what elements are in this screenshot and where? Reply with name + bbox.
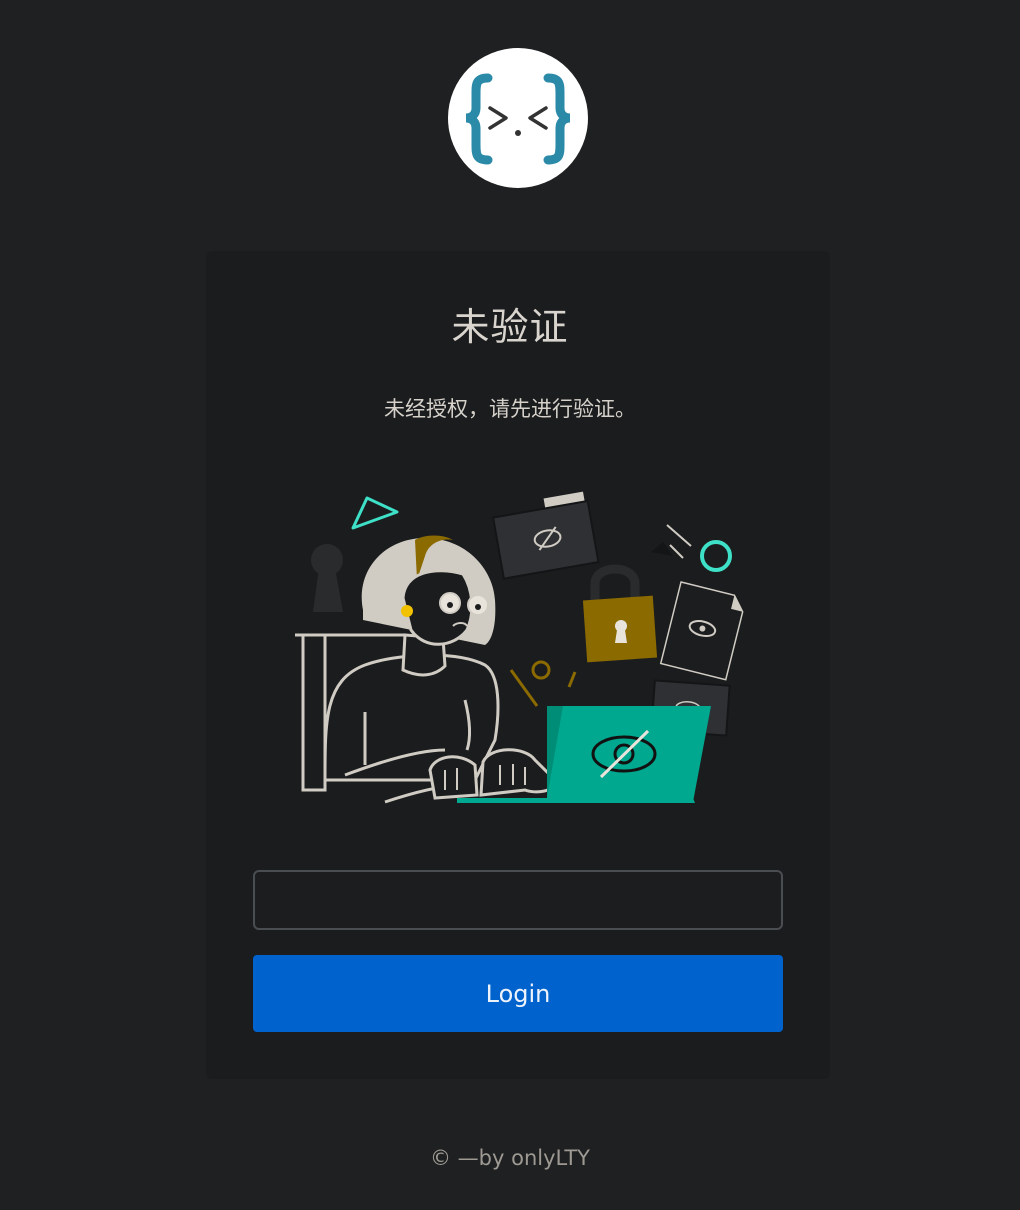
page-title: 未验证 [451, 305, 569, 349]
page-subtitle: 未经授权，请先进行验证。 [384, 397, 636, 421]
login-button[interactable]: Login [253, 955, 783, 1032]
curly-brace-face-logo-icon [465, 73, 571, 165]
footer-credit: © —by onlyLTY [430, 1146, 590, 1170]
unauthorized-illustration [285, 480, 755, 820]
page: 未验证 未经授权，请先进行验证。 Login © —by onlyLTY [0, 0, 1020, 1210]
logo [448, 48, 588, 188]
verification-input[interactable] [253, 870, 783, 930]
